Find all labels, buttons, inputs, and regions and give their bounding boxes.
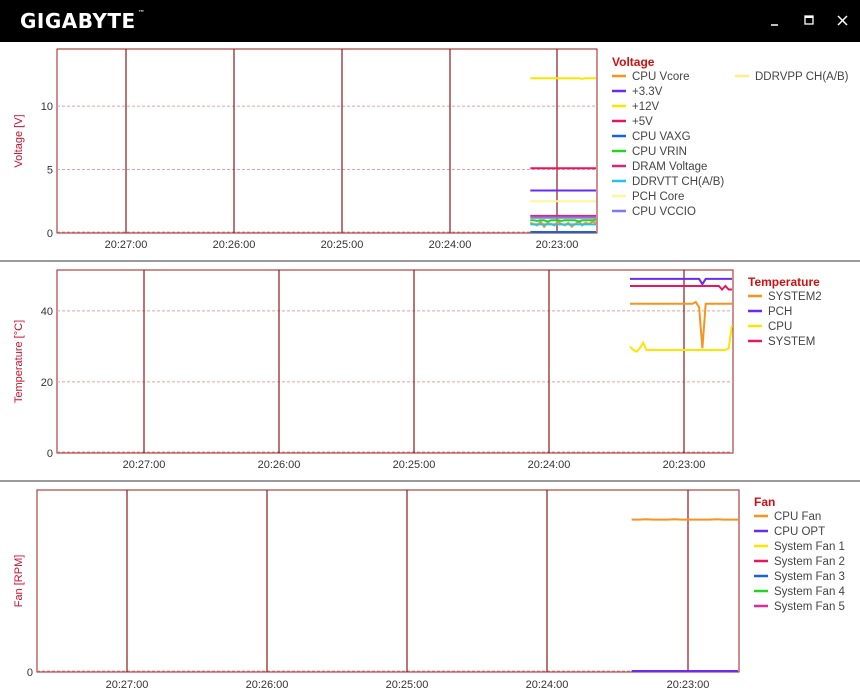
voltage-panel: 0 5 10 20:27:00 20:26:00 20:25:00 20:24:00 20:2… (0, 42, 860, 261)
legend-title: Fan (754, 495, 775, 509)
y-axis-label: Voltage [V] (13, 114, 25, 167)
temperature-panel: 0 20 40 20:27:00 20:26:00 20:25:00 20:24:00 20:… (0, 261, 860, 480)
x-tick-label: 20:27:00 (105, 239, 148, 251)
legend-item: System Fan 3 (774, 571, 845, 583)
maximize-button[interactable] (800, 12, 818, 30)
plot-area (56, 48, 598, 234)
gigabyte-logo: GIGABYTE ™ (20, 9, 146, 33)
legend-title: Voltage (612, 55, 655, 69)
y-tick-label: 5 (47, 165, 53, 177)
x-tick-label: 20:25:00 (393, 459, 436, 471)
legend-item: SYSTEM2 (768, 291, 822, 303)
plot-area (36, 489, 740, 673)
legend-item: DDRVTT CH(A/B) (632, 176, 724, 188)
x-tick-label: 20:24:00 (429, 239, 472, 251)
fan-chart: 0 20:27:00 20:26:00 20:25:00 20:24:00 20:23:0… (13, 489, 846, 691)
legend-title: Temperature (748, 275, 820, 289)
temperature-chart: 0 20 40 20:27:00 20:26:00 20:25:00 20:24:00 20:… (13, 269, 822, 471)
title-bar: GIGABYTE ™ (0, 0, 860, 42)
y-axis-label: Fan [RPM] (13, 555, 25, 608)
legend-item: DRAM Voltage (632, 161, 707, 173)
minimize-button[interactable] (766, 12, 784, 30)
legend-item: +12V (632, 101, 660, 113)
voltage-chart: 0 5 10 20:27:00 20:26:00 20:25:00 20:24:00 20:2… (13, 48, 849, 251)
y-tick-label: 10 (41, 101, 53, 113)
y-tick-label: 20 (41, 377, 53, 389)
legend-item: +5V (632, 116, 653, 128)
x-tick-label: 20:25:00 (386, 679, 429, 691)
x-tick-label: 20:23:00 (663, 459, 706, 471)
minimize-icon (771, 24, 778, 26)
legend-item: CPU (768, 321, 792, 333)
x-tick-label: 20:23:00 (536, 239, 579, 251)
x-tick-label: 20:26:00 (258, 459, 301, 471)
legend-item: CPU VRIN (632, 146, 687, 158)
legend-item: +3.3V (632, 86, 663, 98)
x-tick-label: 20:26:00 (213, 239, 256, 251)
x-tick-label: 20:24:00 (528, 459, 571, 471)
y-tick-label: 0 (27, 667, 33, 679)
x-tick-label: 20:23:00 (667, 679, 710, 691)
legend-item: CPU Vcore (632, 71, 690, 83)
legend-item: SYSTEM (768, 336, 815, 348)
legend-item: System Fan 4 (774, 586, 846, 598)
y-tick-label: 40 (41, 306, 53, 318)
close-icon (837, 15, 848, 26)
legend-item: System Fan 5 (774, 601, 845, 613)
legend-item: PCH (768, 306, 792, 318)
legend-item: System Fan 2 (774, 556, 845, 568)
x-tick-label: 20:25:00 (321, 239, 364, 251)
y-tick-label: 0 (47, 448, 53, 460)
fan-panel: 0 20:27:00 20:26:00 20:25:00 20:24:00 20:23:0… (0, 480, 860, 700)
legend-item: System Fan 1 (774, 541, 845, 553)
plot-area (56, 269, 734, 454)
legend-item: DDRVPP CH(A/B) (755, 71, 849, 83)
x-tick-label: 20:24:00 (526, 679, 569, 691)
x-tick-label: 20:26:00 (246, 679, 289, 691)
series-line (530, 77, 596, 80)
x-tick-label: 20:27:00 (123, 459, 166, 471)
y-axis-label: Temperature [°C] (13, 320, 25, 403)
legend-item: CPU Fan (774, 511, 821, 523)
legend-item: CPU VCCIO (632, 206, 696, 218)
legend-item: PCH Core (632, 191, 684, 203)
legend-item: CPU VAXG (632, 131, 691, 143)
y-tick-label: 0 (47, 228, 53, 240)
close-button[interactable] (834, 12, 852, 30)
maximize-icon (804, 15, 814, 25)
legend-item: CPU OPT (774, 526, 825, 538)
x-tick-label: 20:27:00 (106, 679, 149, 691)
